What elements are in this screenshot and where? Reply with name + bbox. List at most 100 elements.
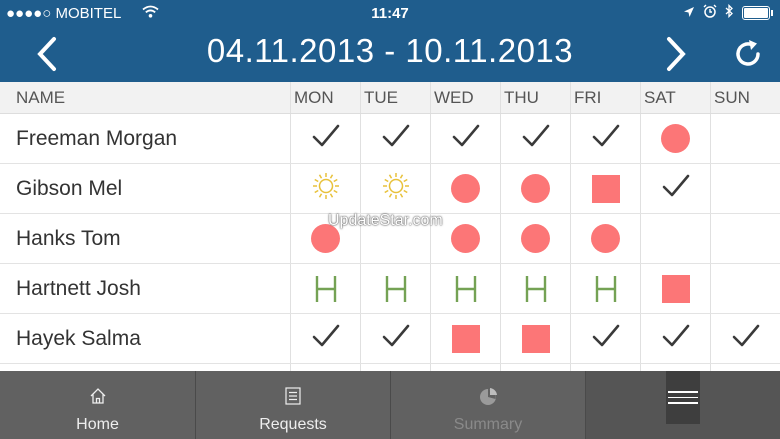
day-cell-wed[interactable]: [430, 314, 500, 363]
day-cell-tue[interactable]: [360, 164, 430, 213]
circle-marker-icon: [311, 224, 340, 253]
day-cell-sun[interactable]: [710, 314, 780, 363]
column-header-thu: THU: [500, 82, 570, 113]
nav-header: 04.11.2013 - 10.11.2013: [0, 26, 780, 82]
check-icon: [661, 173, 691, 204]
table-row[interactable]: Hartnett Josh: [0, 264, 780, 314]
day-cell-tue[interactable]: [360, 214, 430, 263]
schedule-table: NAME MON TUE WED THU FRI SAT SUN Freeman Morgan…: [0, 82, 780, 414]
employee-name: Hartnett Josh: [16, 276, 141, 300]
circle-marker-icon: [661, 124, 690, 153]
day-cell-fri[interactable]: [570, 214, 640, 263]
day-cell-thu[interactable]: [500, 214, 570, 263]
check-icon: [451, 123, 481, 154]
day-cell-thu[interactable]: [500, 114, 570, 163]
day-cell-fri[interactable]: [570, 314, 640, 363]
battery-icon: [742, 5, 773, 20]
holiday-h-icon: [455, 275, 476, 302]
check-icon: [661, 323, 691, 354]
home-icon: [90, 388, 105, 404]
day-cell-sat[interactable]: [640, 114, 710, 163]
day-cell-fri[interactable]: [570, 164, 640, 213]
square-marker-icon: [451, 324, 480, 353]
day-cell-mon[interactable]: [290, 214, 360, 263]
status-bar: ●●●●○ MOBITEL 11:47: [0, 0, 780, 26]
day-cell-sat[interactable]: [640, 164, 710, 213]
tab-requests[interactable]: Requests: [196, 371, 391, 439]
circle-marker-icon: [591, 224, 620, 253]
circle-marker-icon: [451, 174, 480, 203]
next-week-button[interactable]: [651, 26, 701, 82]
day-cell-sun[interactable]: [710, 114, 780, 163]
day-cell-mon[interactable]: [290, 164, 360, 213]
day-cell-sun[interactable]: [710, 214, 780, 263]
square-marker-icon: [661, 274, 690, 303]
tab-summary[interactable]: Summary: [391, 371, 586, 439]
day-cell-mon[interactable]: [290, 264, 360, 313]
day-cell-thu[interactable]: [500, 164, 570, 213]
column-header-sun: SUN: [710, 82, 780, 113]
column-header-sat: SAT: [640, 82, 710, 113]
day-cell-wed[interactable]: [430, 214, 500, 263]
day-cell-thu[interactable]: [500, 264, 570, 313]
table-row[interactable]: Hanks Tom: [0, 214, 780, 264]
day-cell-thu[interactable]: [500, 314, 570, 363]
day-cell-mon[interactable]: [290, 314, 360, 363]
column-header-tue: TUE: [360, 82, 430, 113]
employee-name: Gibson Mel: [16, 176, 123, 200]
status-indicators: [683, 3, 773, 21]
tab-summary-label: Summary: [453, 416, 523, 433]
tab-requests-label: Requests: [259, 416, 327, 433]
check-icon: [591, 323, 621, 354]
employee-name: Freeman Morgan: [16, 126, 178, 150]
check-icon: [521, 123, 551, 154]
table-row[interactable]: Gibson Mel: [0, 164, 780, 214]
chevron-right-icon: [667, 37, 686, 71]
sun-icon: [311, 171, 341, 206]
day-cell-sun[interactable]: [710, 264, 780, 313]
check-icon: [381, 323, 411, 354]
day-cell-mon[interactable]: [290, 114, 360, 163]
refresh-button[interactable]: [723, 26, 773, 82]
pie-chart-icon: [480, 388, 497, 405]
tab-bar: Home Requests Summary: [0, 371, 780, 439]
menu-handle-icon[interactable]: [666, 371, 700, 424]
check-icon: [731, 323, 761, 354]
holiday-h-icon: [525, 275, 546, 302]
square-marker-icon: [521, 324, 550, 353]
tab-home-label: Home: [76, 416, 119, 433]
table-header-row: NAME MON TUE WED THU FRI SAT SUN: [0, 82, 780, 114]
alarm-icon: [703, 4, 717, 21]
column-header-name: NAME: [16, 87, 66, 107]
day-cell-tue[interactable]: [360, 264, 430, 313]
column-header-mon: MON: [290, 82, 360, 113]
table-row[interactable]: Freeman Morgan: [0, 114, 780, 164]
day-cell-fri[interactable]: [570, 264, 640, 313]
employee-name: Hanks Tom: [16, 226, 121, 250]
day-cell-sat[interactable]: [640, 314, 710, 363]
check-icon: [311, 323, 341, 354]
tab-home[interactable]: Home: [0, 371, 196, 439]
list-icon: [285, 387, 301, 405]
check-icon: [591, 123, 621, 154]
day-cell-sat[interactable]: [640, 264, 710, 313]
day-cell-fri[interactable]: [570, 114, 640, 163]
holiday-h-icon: [315, 275, 336, 302]
circle-marker-icon: [521, 224, 550, 253]
circle-marker-icon: [521, 174, 550, 203]
day-cell-tue[interactable]: [360, 114, 430, 163]
column-header-wed: WED: [430, 82, 500, 113]
sun-icon: [381, 171, 411, 206]
bluetooth-icon: [725, 3, 734, 21]
holiday-h-icon: [385, 275, 406, 302]
day-cell-wed[interactable]: [430, 264, 500, 313]
table-row[interactable]: Hayek Salma: [0, 314, 780, 364]
day-cell-tue[interactable]: [360, 314, 430, 363]
day-cell-sun[interactable]: [710, 164, 780, 213]
day-cell-sat[interactable]: [640, 214, 710, 263]
column-header-fri: FRI: [570, 82, 640, 113]
check-icon: [311, 123, 341, 154]
day-cell-wed[interactable]: [430, 114, 500, 163]
holiday-h-icon: [595, 275, 616, 302]
day-cell-wed[interactable]: [430, 164, 500, 213]
